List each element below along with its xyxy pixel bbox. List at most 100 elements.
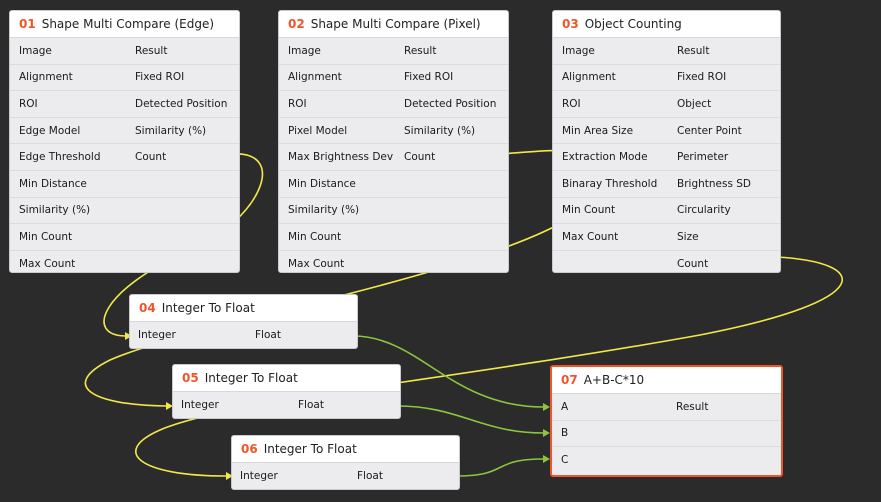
input-label: Min Count xyxy=(19,230,73,243)
input-label-a: A xyxy=(561,400,569,413)
node-header[interactable]: 06 Integer To Float xyxy=(232,436,459,463)
node-header[interactable]: 05 Integer To Float xyxy=(173,365,400,392)
output-label: Fixed ROI xyxy=(677,71,727,84)
port-row: Edge Model Similarity (%) xyxy=(10,118,239,145)
input-label: Extraction Mode xyxy=(562,151,648,164)
output-label-float: Float xyxy=(255,329,281,341)
port-row: Image Result xyxy=(279,38,508,65)
node-header[interactable]: 02 Shape Multi Compare (Pixel) xyxy=(279,11,508,38)
port-row: Count xyxy=(553,251,780,272)
port-row: Integer Float xyxy=(130,322,357,348)
port-row: B xyxy=(552,421,781,448)
node-title: Shape Multi Compare (Pixel) xyxy=(310,17,481,31)
node-title: Object Counting xyxy=(584,17,682,31)
port-row: Image Result xyxy=(10,38,239,65)
node-04-integer-to-float[interactable]: 04 Integer To Float Integer Float xyxy=(129,294,358,349)
node-header[interactable]: 04 Integer To Float xyxy=(130,295,357,322)
port-07-a-in[interactable] xyxy=(543,403,550,411)
node-title: Integer To Float xyxy=(204,371,298,385)
node-03-object-counting[interactable]: 03 Object Counting Image Result Alignment F… xyxy=(552,10,781,273)
port-07-b-in[interactable] xyxy=(543,429,550,437)
port-row: Max Brightness Dev Count xyxy=(279,144,508,171)
output-label: Detected Position xyxy=(404,97,497,110)
input-label: Edge Threshold xyxy=(19,151,101,164)
node-header[interactable]: 01 Shape Multi Compare (Edge) xyxy=(10,11,239,38)
input-label: ROI xyxy=(562,97,581,110)
port-row: Pixel Model Similarity (%) xyxy=(279,118,508,145)
output-label: Size xyxy=(677,230,699,243)
input-label-c: C xyxy=(561,453,569,466)
port-row: Max Count Size xyxy=(553,224,780,251)
output-label: Detected Position xyxy=(135,97,228,110)
input-label: Similarity (%) xyxy=(288,204,360,217)
wire-05-float-to-07-b[interactable] xyxy=(396,405,545,434)
input-label: Min Count xyxy=(562,204,616,217)
output-label: Object xyxy=(677,97,712,110)
node-05-integer-to-float[interactable]: 05 Integer To Float Integer Float xyxy=(172,364,401,419)
port-row: Similarity (%) xyxy=(10,198,239,225)
output-label-float: Float xyxy=(357,470,383,482)
port-row: Min Distance xyxy=(10,171,239,198)
node-01-shape-multi-compare-edge[interactable]: 01 Shape Multi Compare (Edge) Image Resul… xyxy=(9,10,240,273)
port-07-c-in[interactable] xyxy=(543,455,550,463)
node-number: 07 xyxy=(561,373,578,387)
input-label: Max Count xyxy=(288,257,345,270)
node-title: Integer To Float xyxy=(161,301,255,315)
node-02-shape-multi-compare-pixel[interactable]: 02 Shape Multi Compare (Pixel) Image Resu… xyxy=(278,10,509,273)
input-label: Alignment xyxy=(562,71,616,84)
input-label-integer: Integer xyxy=(138,329,176,341)
output-label: Result xyxy=(135,44,168,57)
node-rows: Image Result Alignment Fixed ROI ROI Detected… xyxy=(10,38,239,272)
output-label: Fixed ROI xyxy=(404,71,454,84)
input-label: ROI xyxy=(288,97,307,110)
input-label: ROI xyxy=(19,97,38,110)
input-label-b: B xyxy=(561,427,569,440)
input-label: Max Count xyxy=(562,230,619,243)
input-label: Binaray Threshold xyxy=(562,177,658,190)
port-row: Min Count xyxy=(10,224,239,251)
node-number: 05 xyxy=(182,371,199,385)
port-row: Integer Float xyxy=(232,463,459,489)
port-row: ROI Detected Position xyxy=(279,91,508,118)
node-number: 03 xyxy=(562,17,579,31)
input-label: Max Brightness Dev xyxy=(288,151,394,164)
input-label: Image xyxy=(19,44,52,57)
input-label-integer: Integer xyxy=(240,470,278,482)
port-row: Min Count Circularity xyxy=(553,198,780,225)
node-title: A+B-C*10 xyxy=(583,373,645,387)
node-06-integer-to-float[interactable]: 06 Integer To Float Integer Float xyxy=(231,435,460,490)
port-row: ROI Object xyxy=(553,91,780,118)
node-header[interactable]: 03 Object Counting xyxy=(553,11,780,38)
port-row: Max Count xyxy=(10,251,239,272)
output-label: Count xyxy=(404,151,436,164)
port-row: Image Result xyxy=(553,38,780,65)
input-label: Min Distance xyxy=(19,177,87,190)
node-header[interactable]: 07 A+B-C*10 xyxy=(552,367,781,394)
output-label-result: Result xyxy=(676,400,709,413)
input-label-integer: Integer xyxy=(181,399,219,411)
wire-06-float-to-07-c[interactable] xyxy=(455,458,545,477)
node-title: Shape Multi Compare (Edge) xyxy=(41,17,215,31)
port-row: Min Count xyxy=(279,224,508,251)
output-label: Brightness SD xyxy=(677,177,752,190)
node-title: Integer To Float xyxy=(263,442,357,456)
port-row: Alignment Fixed ROI xyxy=(10,65,239,92)
input-label: Alignment xyxy=(19,71,73,84)
output-label: Circularity xyxy=(677,204,731,217)
output-label: Center Point xyxy=(677,124,742,137)
input-label: Image xyxy=(288,44,321,57)
port-row: Alignment Fixed ROI xyxy=(553,65,780,92)
node-rows: Image Result Alignment Fixed ROI ROI Object Mi… xyxy=(553,38,780,272)
port-row: Min Distance xyxy=(279,171,508,198)
output-label: Fixed ROI xyxy=(135,71,185,84)
input-label: Max Count xyxy=(19,257,76,270)
input-label: Similarity (%) xyxy=(19,204,91,217)
output-label: Similarity (%) xyxy=(135,124,207,137)
port-row: A Result xyxy=(552,394,781,421)
node-number: 01 xyxy=(19,17,36,31)
node-07-a-plus-b-minus-c-times-10[interactable]: 07 A+B-C*10 A Result B C xyxy=(550,365,783,477)
output-label: Perimeter xyxy=(677,151,729,164)
output-label: Count xyxy=(135,151,167,164)
port-row: Min Area Size Center Point xyxy=(553,118,780,145)
port-row: Binaray Threshold Brightness SD xyxy=(553,171,780,198)
